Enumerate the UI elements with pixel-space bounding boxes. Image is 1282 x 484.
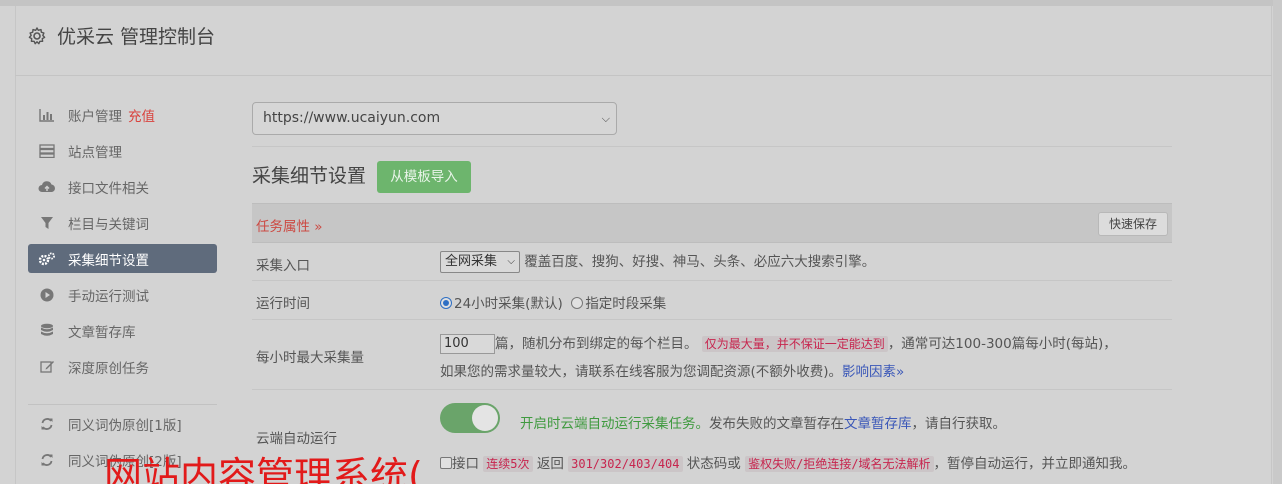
site-select[interactable]: https://www.ucaiyun.com ⌵ <box>252 102 617 135</box>
cloud-text5: ，暂停自动运行，并立即通知我。 <box>933 456 1137 472</box>
sidebar-item-label: 同义词伪原创[1版] <box>68 417 182 434</box>
max-text1: 篇，随机分布到绑定的每个栏目。 <box>495 336 698 352</box>
chevron-down-icon: ⌵ <box>601 112 610 125</box>
gear-icon <box>27 26 47 46</box>
sidebar-item-label: 文章暂存库 <box>68 324 136 341</box>
table-row: 每小时最大采集量 100 篇，随机分布到绑定的每个栏目。 仅为最大量，并不保证一定… <box>252 320 1172 390</box>
radio-24h-label: 24小时采集(默认) <box>454 296 563 312</box>
row-value: 24小时采集(默认) 指定时段采集 <box>440 292 666 312</box>
sidebar-item-label: 账户管理 <box>68 108 122 125</box>
cloud-toggle-desc: 开启时云端自动运行采集任务。发布失败的文章暂存在文章暂存库，请自行获取。 <box>520 412 1006 432</box>
row-value: 全网采集 ⌵ 覆盖百度、搜狗、好搜、神马、头条、必应六大搜索引擎。 <box>440 250 875 273</box>
site-select-value: https://www.ucaiyun.com <box>263 110 441 126</box>
page-title: 优采云 管理控制台 <box>57 26 216 48</box>
sidebar-divider <box>28 404 217 405</box>
cloud-pause-rule: 接口 连续5次 返回 301/302/403/404 状态码或 鉴权失败/拒绝连… <box>440 452 1136 472</box>
table-row: 采集入口 全网采集 ⌵ 覆盖百度、搜狗、好搜、神马、头条、必应六大搜索引擎。 <box>252 243 1172 281</box>
sidebar-item-article-store[interactable]: 文章暂存库 <box>28 316 217 345</box>
factors-link[interactable]: 影响因素» <box>842 364 904 380</box>
radio-scheduled-label: 指定时段采集 <box>585 296 667 312</box>
sidebar-item-crawl-settings[interactable]: 采集细节设置 <box>28 244 217 273</box>
cloud-toggle-text: 开启时云端自动运行采集任务。 <box>520 416 709 432</box>
sidebar-item-account[interactable]: 账户管理 充值 <box>28 100 217 129</box>
code-errors: 鉴权失败/拒绝连接/域名无法解析 <box>745 456 934 472</box>
filter-icon <box>38 214 56 232</box>
sidebar-item-label: 栏目与关键词 <box>68 216 149 233</box>
section-title: 采集细节设置 <box>252 165 367 187</box>
row-label: 云端自动运行 <box>256 431 337 447</box>
refresh-icon <box>38 451 56 469</box>
max-text2: ，通常可达100-300篇每小时(每站)， <box>887 336 1117 352</box>
database-icon <box>38 322 56 340</box>
sidebar-item-interface[interactable]: 接口文件相关 <box>28 172 217 201</box>
recharge-link[interactable]: 充值 <box>128 105 155 125</box>
sidebar-item-manual-test[interactable]: 手动运行测试 <box>28 280 217 309</box>
radio-scheduled[interactable] <box>571 297 584 309</box>
pause-checkbox[interactable] <box>440 457 452 469</box>
cloud-auto-toggle[interactable] <box>440 403 500 433</box>
row-label: 每小时最大采集量 <box>256 350 364 366</box>
watermark-overlay-text: 网站内容管理系统( <box>104 454 423 484</box>
divider <box>252 146 1172 147</box>
sidebar-item-synonym-v1[interactable]: 同义词伪原创[1版] <box>28 409 217 438</box>
article-store-link[interactable]: 文章暂存库 <box>844 416 912 432</box>
task-properties-toggle[interactable]: 任务属性 » <box>256 215 323 235</box>
sidebar-item-label: 站点管理 <box>68 144 122 161</box>
page-header: 优采云 管理控制台 <box>15 6 1272 76</box>
cloud-text3: 返回 <box>536 456 564 472</box>
code-status: 301/302/403/404 <box>568 456 683 472</box>
cloud-text1: 发布失败的文章暂存在 <box>709 416 844 432</box>
chevron-down-icon: ⌵ <box>507 256 515 267</box>
sidebar-item-sites[interactable]: 站点管理 <box>28 136 217 165</box>
row-label: 采集入口 <box>256 258 310 274</box>
max-per-hour-input[interactable]: 100 <box>440 334 495 354</box>
radio-24h[interactable] <box>440 297 452 309</box>
max-warning: 仅为最大量，并不保证一定能达到 <box>701 336 888 352</box>
import-template-button[interactable]: 从模板导入 <box>377 161 471 193</box>
cloud-text4: 状态码或 <box>686 456 741 472</box>
toggle-knob <box>472 405 498 431</box>
row-label: 运行时间 <box>256 296 310 312</box>
row-value: 100 篇，随机分布到绑定的每个栏目。 仅为最大量，并不保证一定能达到 ，通常可达1… <box>440 330 1170 386</box>
edit-icon <box>38 358 56 376</box>
cloud-upload-icon <box>38 178 56 196</box>
entry-desc: 覆盖百度、搜狗、好搜、神马、头条、必应六大搜索引擎。 <box>524 254 876 270</box>
sidebar-item-label: 深度原创任务 <box>68 360 149 377</box>
sidebar-item-label: 接口文件相关 <box>68 180 149 197</box>
scrollbar[interactable] <box>1273 0 1282 484</box>
code-consecutive: 连续5次 <box>483 456 533 472</box>
sidebar-item-deep-original[interactable]: 深度原创任务 <box>28 352 217 381</box>
chk-label: 接口 <box>452 456 479 472</box>
cloud-text2: ，请自行获取。 <box>911 416 1007 432</box>
sidebar-item-label: 采集细节设置 <box>68 252 149 269</box>
entry-select-value: 全网采集 <box>445 254 498 269</box>
bar-chart-icon <box>38 106 56 124</box>
quick-save-button[interactable]: 快速保存 <box>1098 212 1168 236</box>
play-circle-icon <box>38 286 56 304</box>
server-icon <box>38 142 56 160</box>
entry-select[interactable]: 全网采集 ⌵ <box>440 251 520 273</box>
cogs-icon <box>38 250 56 268</box>
sidebar-item-keywords[interactable]: 栏目与关键词 <box>28 208 217 237</box>
table-header: 任务属性 » 快速保存 <box>252 203 1172 243</box>
refresh-icon <box>38 415 56 433</box>
sidebar-item-label: 手动运行测试 <box>68 288 149 305</box>
table-row: 运行时间 24小时采集(默认) 指定时段采集 <box>252 281 1172 320</box>
max-text3: 如果您的需求量较大，请联系在线客服为您调配资源(不额外收费)。 <box>440 364 843 380</box>
